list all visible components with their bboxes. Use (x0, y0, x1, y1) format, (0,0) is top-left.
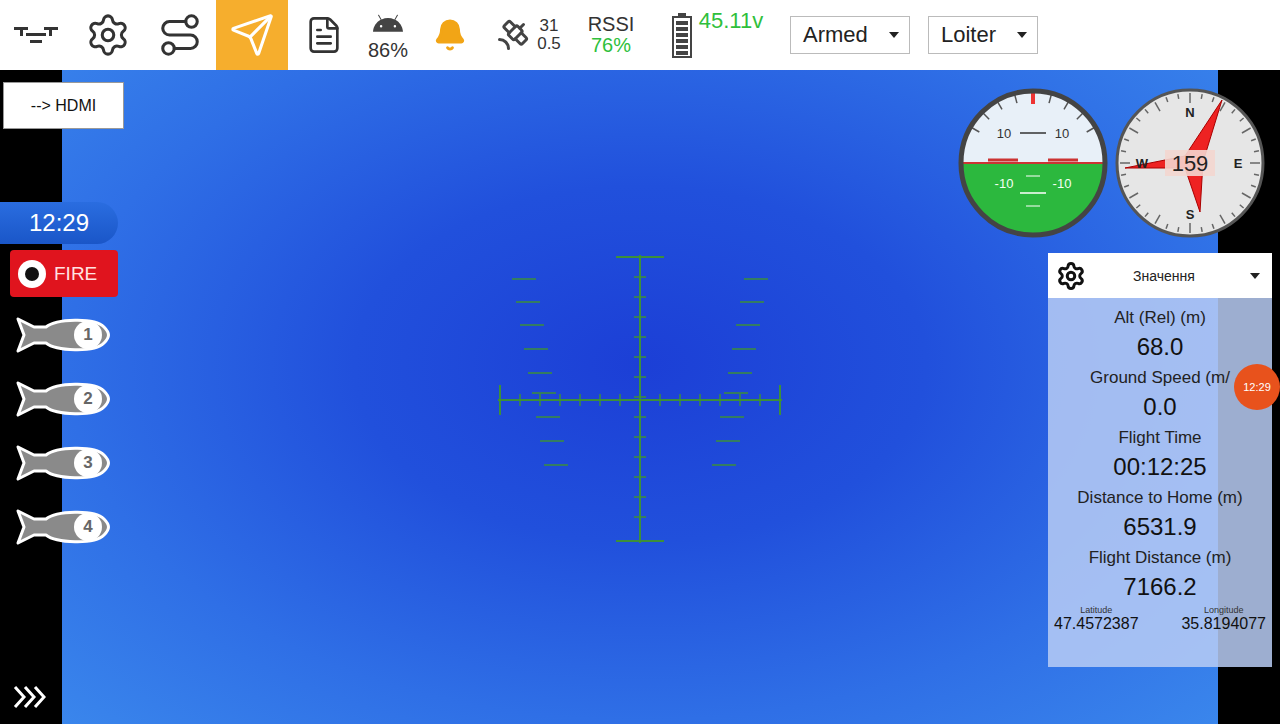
longitude-value: 35.8194077 (1181, 615, 1266, 633)
fire-button[interactable]: FIRE (10, 250, 118, 297)
alerts[interactable] (416, 0, 484, 70)
route-tool-button[interactable] (144, 0, 216, 70)
bomb-list: 1 2 3 4 (16, 313, 110, 549)
satellite-icon (495, 17, 531, 53)
arm-state-value: Armed (803, 22, 868, 48)
time-badge[interactable]: 12:29 (1234, 364, 1280, 410)
telemetry-value: 0.0 (1143, 391, 1176, 423)
satellite-count: 31 (540, 17, 559, 35)
phone-battery-text: 86% (368, 40, 408, 61)
telemetry-item: Flight Time00:12:25 (1113, 425, 1206, 485)
caret-icon (1250, 273, 1260, 279)
telemetry-header[interactable]: Значення (1048, 253, 1272, 298)
telemetry-value: 00:12:25 (1113, 451, 1206, 483)
svg-text:159: 159 (1172, 151, 1209, 176)
telemetry-panel: Значення Alt (Rel) (m)68.0Ground Speed (m… (1048, 253, 1272, 667)
telemetry-label: Alt (Rel) (m) (1114, 305, 1206, 331)
bomb-button[interactable]: 2 (16, 377, 110, 421)
compass: N E S W 159 (1115, 88, 1265, 238)
gear-icon (1056, 261, 1086, 291)
telemetry-item: Distance to Home (m)6531.9 (1077, 485, 1242, 545)
telemetry-item: Flight Distance (m)7166.2 (1089, 545, 1232, 605)
bell-icon (433, 18, 467, 52)
log-tool-button[interactable] (288, 0, 360, 70)
record-icon (18, 260, 46, 288)
attitude-indicator: 10 10 -10 -10 (958, 88, 1108, 238)
hdop-value: 0.5 (537, 35, 561, 53)
route-icon (157, 12, 203, 58)
svg-text:W: W (1136, 156, 1149, 171)
telemetry-title: Значення (1094, 268, 1234, 284)
rssi-label: RSSI (588, 14, 635, 35)
bomb-number: 2 (74, 385, 102, 413)
telemetry-label: Flight Distance (m) (1089, 545, 1232, 571)
drone-battery-status: 45.11v (650, 0, 784, 70)
telemetry-value: 6531.9 (1123, 511, 1196, 543)
send-tool-button[interactable] (216, 0, 288, 70)
telemetry-item: Alt (Rel) (m)68.0 (1114, 305, 1206, 365)
left-controls: --> HDMI 12:29 FIRE 1 2 3 4 (0, 82, 124, 549)
battery-icon (671, 12, 693, 58)
gear-icon (85, 12, 131, 58)
main-view: --> HDMI 12:29 FIRE 1 2 3 4 10 10 -10 -10 N E S W 159 Зн… (0, 70, 1280, 724)
rssi-status: RSSI76% (572, 0, 650, 70)
telemetry-value: 68.0 (1137, 331, 1184, 363)
android-icon (373, 10, 403, 40)
gps-status: 310.5 (484, 0, 572, 70)
latitude-value: 47.4572387 (1054, 615, 1139, 633)
latitude-label: Latitude (1080, 605, 1112, 615)
flight-mode-dropdown[interactable]: Loiter (928, 16, 1038, 54)
caret-icon (889, 32, 899, 38)
svg-text:E: E (1234, 156, 1243, 171)
flight-mode-value: Loiter (941, 22, 996, 48)
drone-icon (12, 23, 60, 47)
bomb-number: 4 (74, 513, 102, 541)
ground-control-screen: 86%310.5RSSI76%45.11vArmedLoiter--> HDMI… (0, 0, 1280, 724)
rssi-value: 76% (591, 35, 631, 56)
caret-icon (1017, 32, 1027, 38)
telemetry-item: Ground Speed (m/0.0 (1090, 365, 1230, 425)
bomb-button[interactable]: 1 (16, 313, 110, 357)
settings-tool-button[interactable] (72, 0, 144, 70)
document-icon (304, 15, 344, 55)
drone-tool-button[interactable] (0, 0, 72, 70)
bomb-button[interactable]: 4 (16, 505, 110, 549)
bomb-number: 3 (74, 449, 102, 477)
crosshair (498, 255, 782, 543)
bomb-number: 1 (74, 321, 102, 349)
svg-text:10: 10 (1055, 126, 1069, 141)
paper-plane-icon (229, 12, 275, 58)
telemetry-value: 7166.2 (1123, 571, 1196, 603)
arm-state-dropdown[interactable]: Armed (790, 16, 910, 54)
expand-chevrons-icon[interactable] (12, 682, 46, 712)
hdmi-button[interactable]: --> HDMI (3, 82, 124, 129)
clock: 12:29 (0, 202, 118, 244)
svg-text:10: 10 (997, 126, 1011, 141)
svg-text:-10: -10 (1053, 176, 1072, 191)
top-toolbar: 86%310.5RSSI76%45.11vArmedLoiter (0, 0, 1280, 70)
svg-text:N: N (1185, 105, 1194, 120)
phone-battery-status: 86% (360, 0, 416, 70)
longitude-label: Longitude (1204, 605, 1244, 615)
telemetry-label: Ground Speed (m/ (1090, 365, 1230, 391)
telemetry-label: Flight Time (1118, 425, 1201, 451)
svg-text:S: S (1186, 207, 1195, 222)
voltage-value: 45.11v (699, 8, 763, 34)
svg-text:-10: -10 (995, 176, 1014, 191)
coordinates: Latitude47.4572387 Longitude35.8194077 (1048, 605, 1272, 633)
bomb-button[interactable]: 3 (16, 441, 110, 485)
telemetry-label: Distance to Home (m) (1077, 485, 1242, 511)
